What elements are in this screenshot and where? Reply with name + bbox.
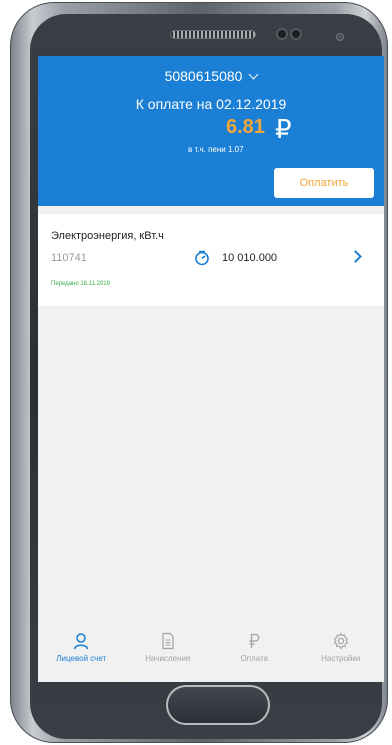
tab-label: Лицевой счет	[56, 654, 107, 663]
home-button[interactable]	[166, 685, 270, 725]
tab-account[interactable]: Лицевой счет	[38, 626, 125, 682]
ruble-icon	[249, 633, 260, 648]
account-header: 5080615080 К оплате на 02.12.2019 6.81 ₽…	[38, 56, 384, 206]
tab-charges[interactable]: Начисления	[125, 626, 212, 682]
due-date-label: К оплате на 02.12.2019	[135, 96, 287, 112]
person-icon	[74, 633, 89, 650]
proximity-sensor-icon	[290, 28, 302, 40]
document-icon	[162, 632, 174, 650]
chevron-down-icon	[248, 69, 259, 80]
penalty-note: в т.ч. пени 1.07	[188, 145, 244, 154]
meter-reading: 10 010.000	[222, 252, 278, 264]
light-sensor-icon	[336, 33, 344, 41]
account-selector[interactable]: 5080615080	[38, 68, 384, 84]
meter-gauge-icon	[195, 250, 209, 266]
submission-status: Передано 18.11.2019	[51, 281, 110, 287]
tab-payment[interactable]: Оплата	[211, 626, 298, 682]
tab-label: Оплата	[240, 654, 269, 663]
tab-label: Начисления	[145, 654, 191, 663]
pay-button[interactable]: Оплатить	[274, 168, 374, 198]
service-name: Электроэнергия, кВт.ч	[51, 230, 164, 242]
front-camera-icon	[276, 28, 288, 40]
app-screen: 5080615080 К оплате на 02.12.2019 6.81 ₽…	[38, 56, 384, 682]
tab-label: Настройки	[321, 654, 361, 663]
earpiece-speaker	[170, 30, 256, 39]
ruble-icon: ₽	[275, 114, 292, 144]
amount-due: 6.81	[226, 116, 265, 138]
meter-number: 110741	[51, 252, 87, 264]
bottom-tab-bar: Лицевой счет Начисления Оплата Настройки	[38, 626, 384, 682]
tab-settings[interactable]: Настройки	[298, 626, 385, 682]
meter-card[interactable]: Электроэнергия, кВт.ч 110741 10 010.000 …	[38, 214, 384, 306]
chevron-right-icon[interactable]	[349, 250, 362, 263]
gear-icon	[333, 632, 349, 650]
account-number: 5080615080	[164, 68, 243, 84]
